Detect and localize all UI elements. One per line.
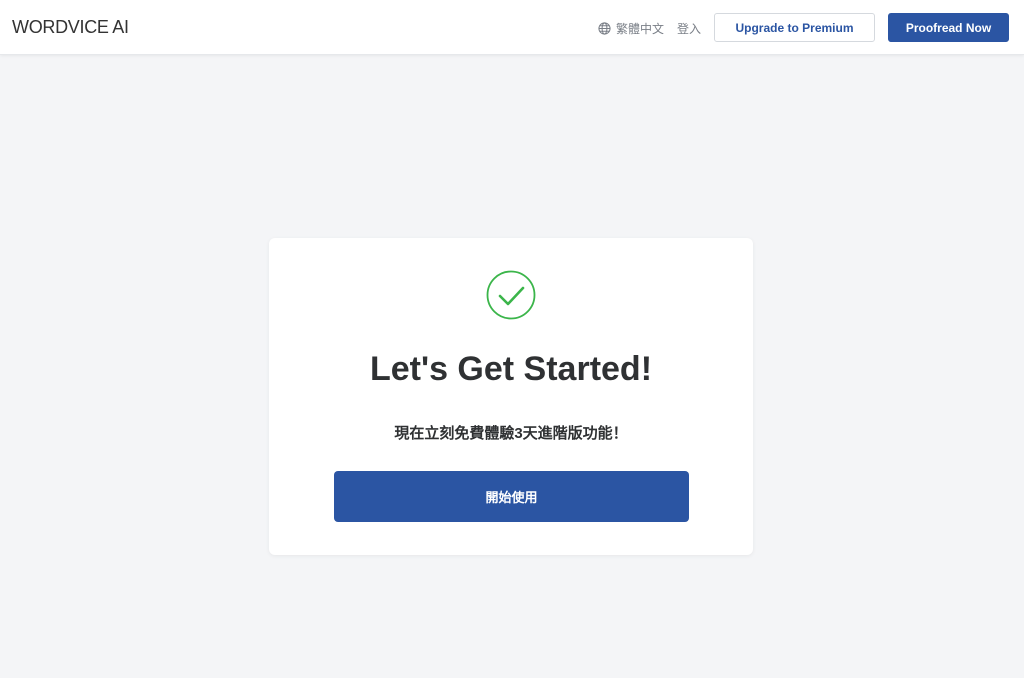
language-selector[interactable]: 繁體中文 <box>598 19 664 37</box>
upgrade-to-premium-button[interactable]: Upgrade to Premium <box>714 13 875 42</box>
page-title: Let's Get Started! <box>369 350 653 388</box>
get-started-card: Let's Get Started! 現在立刻免費體驗3天進階版功能！ 開始使用 <box>269 238 753 555</box>
trial-subtitle: 現在立刻免費體驗3天進階版功能！ <box>394 425 628 442</box>
check-circle-icon <box>486 270 536 320</box>
proofread-now-button[interactable]: Proofread Now <box>888 13 1009 42</box>
globe-icon <box>598 21 611 35</box>
language-label: 繁體中文 <box>616 21 665 36</box>
start-using-button[interactable]: 開始使用 <box>334 471 689 522</box>
wordvice-ai-logo[interactable]: WORDVICE AI <box>12 17 129 37</box>
login-link[interactable]: 登入 <box>677 20 701 37</box>
top-navigation-bar: WORDVICE AI 繁體中文 登入 Upgrade to Premium P… <box>0 0 1024 55</box>
